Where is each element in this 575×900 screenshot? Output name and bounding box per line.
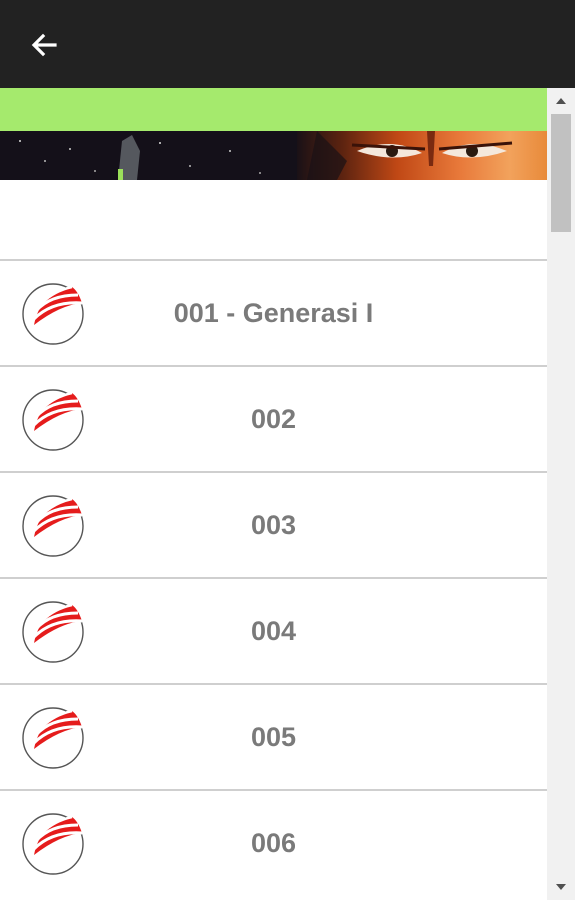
chapter-label: 003 — [250, 509, 297, 540]
chapter-label: 001 - Generasi I — [173, 297, 374, 328]
scrollbar[interactable] — [547, 88, 575, 900]
chapter-item[interactable]: 004 — [0, 577, 547, 683]
app-bar — [0, 0, 575, 88]
green-header-bar — [0, 88, 547, 131]
chapter-label: 004 — [250, 615, 297, 646]
content-area: 001 - Generasi I 002 003 004 005 006 — [0, 88, 547, 900]
chapter-label: 005 — [250, 721, 297, 752]
chapter-item[interactable]: 005 — [0, 683, 547, 789]
banner-face-art — [297, 131, 547, 180]
chapter-list: 001 - Generasi I 002 003 004 005 006 — [0, 259, 547, 895]
scroll-up-arrow[interactable] — [554, 94, 568, 108]
banner-starfield — [19, 135, 261, 180]
arrow-left-icon — [31, 33, 57, 57]
chapter-label: 006 — [250, 827, 297, 858]
chapter-item[interactable]: 006 — [0, 789, 547, 895]
chapter-label: 002 — [250, 403, 297, 434]
chapter-item[interactable]: 001 - Generasi I — [0, 259, 547, 365]
banner-image — [0, 131, 547, 180]
chapter-item[interactable]: 003 — [0, 471, 547, 577]
scroll-down-arrow[interactable] — [554, 880, 568, 894]
scroll-thumb[interactable] — [551, 114, 571, 232]
chapter-item[interactable]: 002 — [0, 365, 547, 471]
back-button[interactable] — [24, 25, 64, 65]
